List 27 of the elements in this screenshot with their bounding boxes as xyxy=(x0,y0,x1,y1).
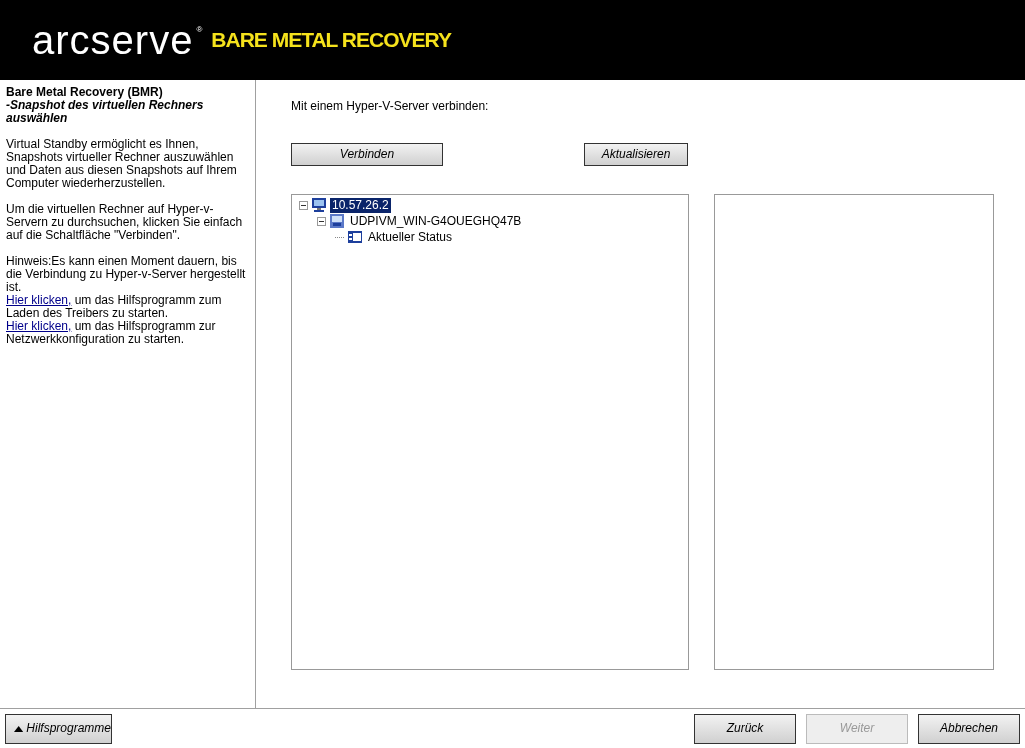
cancel-button[interactable]: Abbrechen xyxy=(918,713,1020,744)
tree-item[interactable]: Aktueller Status xyxy=(366,229,455,245)
brand-logo-text: arcserve xyxy=(32,20,194,60)
registered-mark: ® xyxy=(196,26,203,34)
collapse-icon[interactable] xyxy=(299,200,308,210)
help-sentence: Hier klicken, um das Hilfsprogramm zur Netzwerkkonfiguration zu starten. xyxy=(6,320,217,346)
utilities-button[interactable]: Hilfsprogramme xyxy=(5,713,112,744)
refresh-button[interactable]: Aktualisieren xyxy=(584,143,688,166)
snapshot-icon xyxy=(347,229,363,245)
virtual-machine-icon xyxy=(329,213,345,229)
sidebar-title: Bare Metal Recovery (BMR) xyxy=(6,86,164,99)
help-sentence: Hier klicken, um das Hilfsprogramm zum Laden des Treibers zu starten. xyxy=(6,294,223,320)
monitor-icon xyxy=(311,197,327,213)
sidebar-subtitle: -Snapshot des virtuellen Rechners auswählen xyxy=(6,99,205,125)
help-link[interactable]: Hier klicken, xyxy=(6,293,72,307)
note-text: Hinweis:Es kann einen Moment dauern, bis die Verbindung zu Hyper-v-Server hergestellt ist. xyxy=(6,255,247,294)
triangle-up-icon xyxy=(14,724,24,733)
back-button[interactable]: Zurück xyxy=(694,713,796,744)
tree-item[interactable]: 10.57.26.2 xyxy=(330,197,391,213)
description-paragraph: Um die virtuellen Rechner auf Hyper-v-Servern zu durchsuchen, klicken Sie einfach auf die Schaltfläche "Verbinden". xyxy=(6,203,244,242)
connect-prompt: Mit einem Hyper-V-Server verbinden: xyxy=(291,100,490,113)
help-link[interactable]: Hier klicken, xyxy=(6,319,72,333)
connect-button[interactable]: Verbinden xyxy=(291,143,443,166)
collapse-icon[interactable] xyxy=(317,216,326,226)
product-title: BARE METAL RECOVERY xyxy=(211,28,451,52)
description-paragraph: Virtual Standby ermöglicht es Ihnen, Snapshots virtueller Rechner auszuwählen und Daten aus diesen Snapshots auf Ihrem Computer wiederherzustellen. xyxy=(6,138,238,190)
tree-item[interactable]: UDPIVM_WIN-G4OUEGHQ47B xyxy=(348,213,524,229)
